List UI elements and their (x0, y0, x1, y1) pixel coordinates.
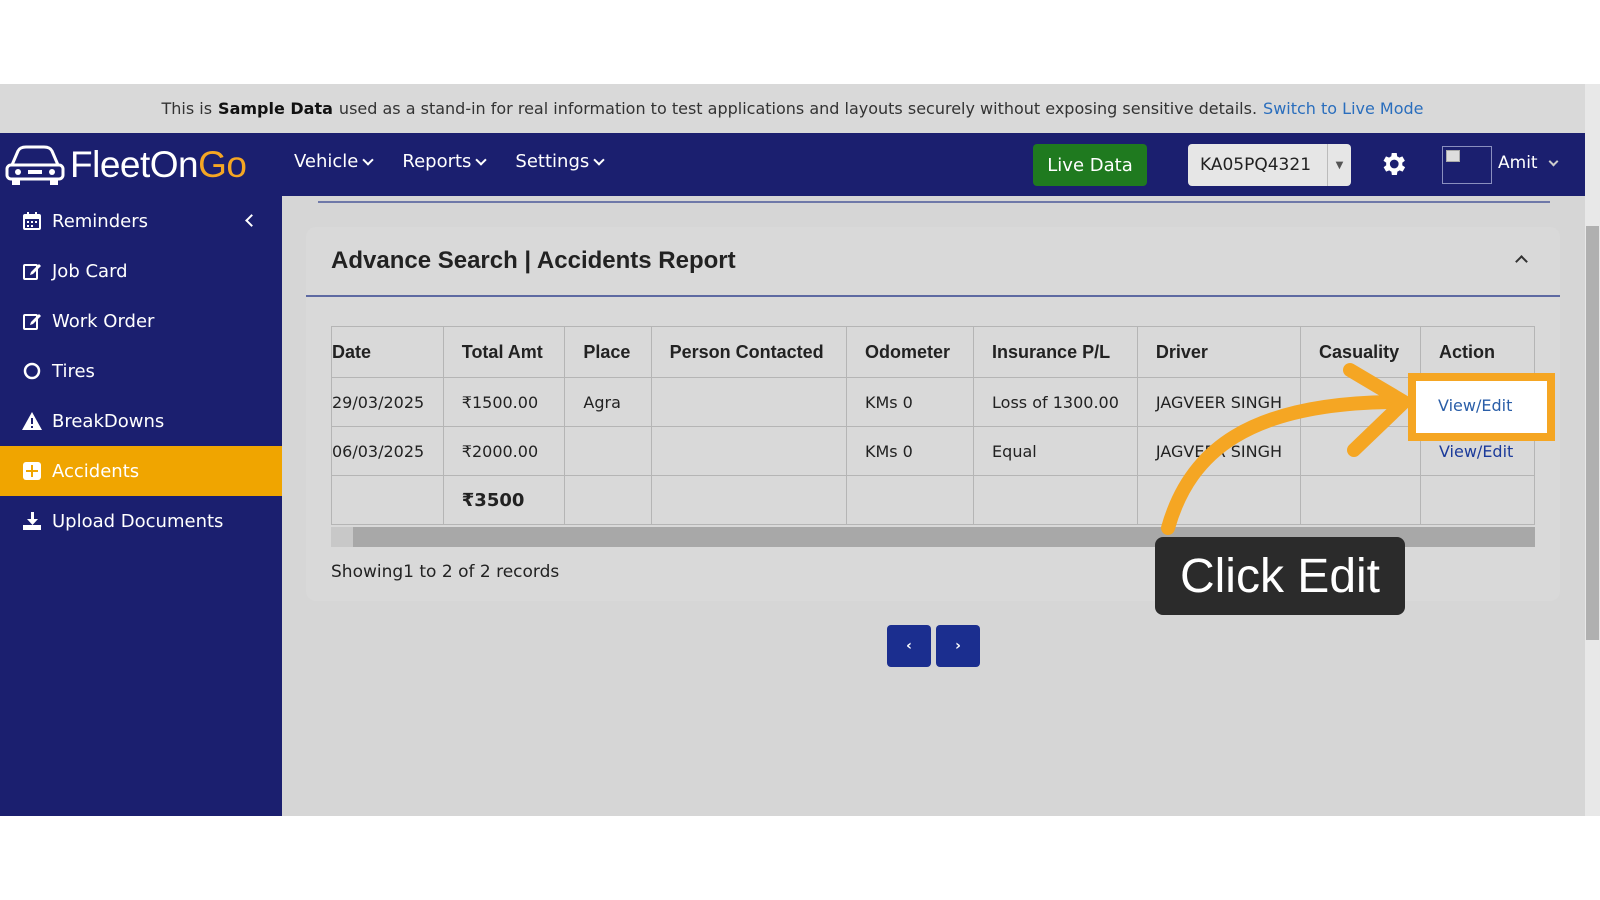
logo-text-accent: Go (198, 144, 247, 185)
cell-odometer: KMs 0 (845, 377, 975, 427)
cell-insurance: Loss of 1300.00 (973, 377, 1138, 427)
vertical-scrollbar[interactable] (1585, 84, 1600, 816)
sidebar-item-upload-documents[interactable]: Upload Documents (0, 496, 282, 546)
col-insurance[interactable]: Insurance P/L (973, 326, 1138, 378)
sidebar-item-job-card[interactable]: Job Card (0, 246, 282, 296)
user-name: Amit (1498, 153, 1538, 173)
avatar[interactable] (1442, 146, 1492, 184)
cell-empty (331, 475, 444, 525)
cell-insurance: Equal (973, 426, 1138, 476)
caret-down-icon: ▼ (1327, 144, 1351, 186)
col-place[interactable]: Place (564, 326, 652, 378)
card-title: Advance Search | Accidents Report (331, 247, 736, 274)
cell-date: 29/03/2025 (331, 377, 444, 427)
scrollbar-thumb[interactable] (1586, 226, 1599, 640)
highlighted-view-edit-link[interactable]: View/Edit (1438, 396, 1512, 415)
sidebar-item-tires[interactable]: Tires (0, 346, 282, 396)
col-total-amt[interactable]: Total Amt (442, 326, 566, 378)
banner-prefix: This is (161, 99, 213, 118)
vehicle-select-value: KA05PQ4321 (1200, 155, 1312, 175)
cell-odometer: KMs 0 (845, 426, 975, 476)
cell-person (650, 426, 847, 476)
main-menu: Vehicle Reports Settings (294, 151, 605, 172)
switch-live-mode-link[interactable]: Switch to Live Mode (1263, 99, 1423, 118)
sidebar-item-label: Work Order (52, 310, 155, 332)
edit-icon (22, 311, 42, 331)
prev-page-button[interactable]: ‹ (887, 625, 931, 667)
arrow-annotation-icon (1161, 363, 1411, 535)
cell-empty (845, 475, 975, 525)
plus-square-icon (22, 461, 42, 481)
sidebar-item-breakdowns[interactable]: BreakDowns (0, 396, 282, 446)
next-page-button[interactable]: › (936, 625, 980, 667)
live-data-button[interactable]: Live Data (1033, 144, 1147, 186)
cell-empty (973, 475, 1138, 525)
cell-place (564, 426, 652, 476)
cell-place: Agra (564, 377, 652, 427)
circle-icon (22, 361, 42, 381)
chevron-left-icon[interactable] (245, 214, 258, 227)
sidebar-item-work-order[interactable]: Work Order (0, 296, 282, 346)
sidebar-item-label: Upload Documents (52, 510, 224, 532)
col-odometer[interactable]: Odometer (845, 326, 975, 378)
chevron-down-icon (593, 153, 605, 166)
col-person-contacted[interactable]: Person Contacted (650, 326, 847, 378)
divider (306, 295, 1560, 297)
chevron-up-icon[interactable] (1515, 255, 1528, 268)
divider (318, 201, 1550, 203)
col-action[interactable]: Action (1419, 326, 1535, 378)
edit-icon (22, 261, 42, 281)
gear-icon[interactable] (1378, 149, 1408, 179)
car-logo-icon (5, 145, 65, 185)
sidebar-item-label: Job Card (52, 260, 128, 282)
cell-empty (1419, 475, 1535, 525)
user-menu[interactable]: Amit (1498, 153, 1559, 173)
logo-text: FleetOnGo (70, 144, 247, 186)
sidebar-item-accidents[interactable]: Accidents (0, 446, 282, 496)
cell-empty (650, 475, 847, 525)
sidebar-item-label: Accidents (52, 460, 140, 482)
sidebar-item-label: Tires (52, 360, 95, 382)
logo-text-main: FleetOn (70, 144, 199, 185)
broken-image-icon (1446, 150, 1460, 162)
sidebar-item-label: BreakDowns (52, 410, 165, 432)
cell-amount: ₹1500.00 (442, 377, 566, 427)
cell-date: 06/03/2025 (331, 426, 444, 476)
highlighted-link-text: View/Edit (1438, 396, 1513, 415)
sidebar-item-reminders[interactable]: Reminders (0, 196, 282, 246)
cell-amount: ₹2000.00 (442, 426, 566, 476)
sidebar-item-label: Reminders (52, 210, 148, 232)
chevron-down-icon (362, 153, 375, 166)
download-icon (22, 511, 42, 531)
sample-data-banner: This is Sample Data used as a stand-in f… (0, 84, 1585, 133)
calendar-icon (22, 211, 42, 231)
nav-vehicle[interactable]: Vehicle (294, 151, 375, 172)
warning-icon (22, 411, 42, 431)
top-navbar: FleetOnGo Vehicle Reports Settings Live … (0, 133, 1585, 196)
nav-reports-label: Reports (402, 151, 472, 172)
view-edit-link[interactable]: View/Edit (1439, 442, 1513, 461)
fleetongo-logo[interactable]: FleetOnGo (4, 143, 247, 187)
scrollbar-thumb[interactable] (331, 527, 353, 547)
chevron-down-icon (475, 153, 488, 166)
cell-total: ₹3500 (442, 475, 566, 525)
vehicle-select[interactable]: KA05PQ4321 ▼ (1188, 144, 1351, 186)
col-date[interactable]: Date (331, 326, 444, 378)
nav-settings-label: Settings (515, 151, 590, 172)
chevron-down-icon (1548, 156, 1559, 166)
cell-person (650, 377, 847, 427)
nav-reports[interactable]: Reports (402, 151, 488, 172)
click-edit-tooltip: Click Edit (1155, 537, 1405, 615)
cell-empty (564, 475, 652, 525)
records-count: Showing1 to 2 of 2 records (331, 562, 560, 582)
banner-message: used as a stand-in for real information … (338, 99, 1258, 118)
sidebar: Reminders Job Card Work Order Tires Brea… (0, 196, 282, 816)
nav-settings[interactable]: Settings (515, 151, 605, 172)
nav-vehicle-label: Vehicle (294, 151, 359, 172)
banner-bold: Sample Data (218, 99, 333, 118)
